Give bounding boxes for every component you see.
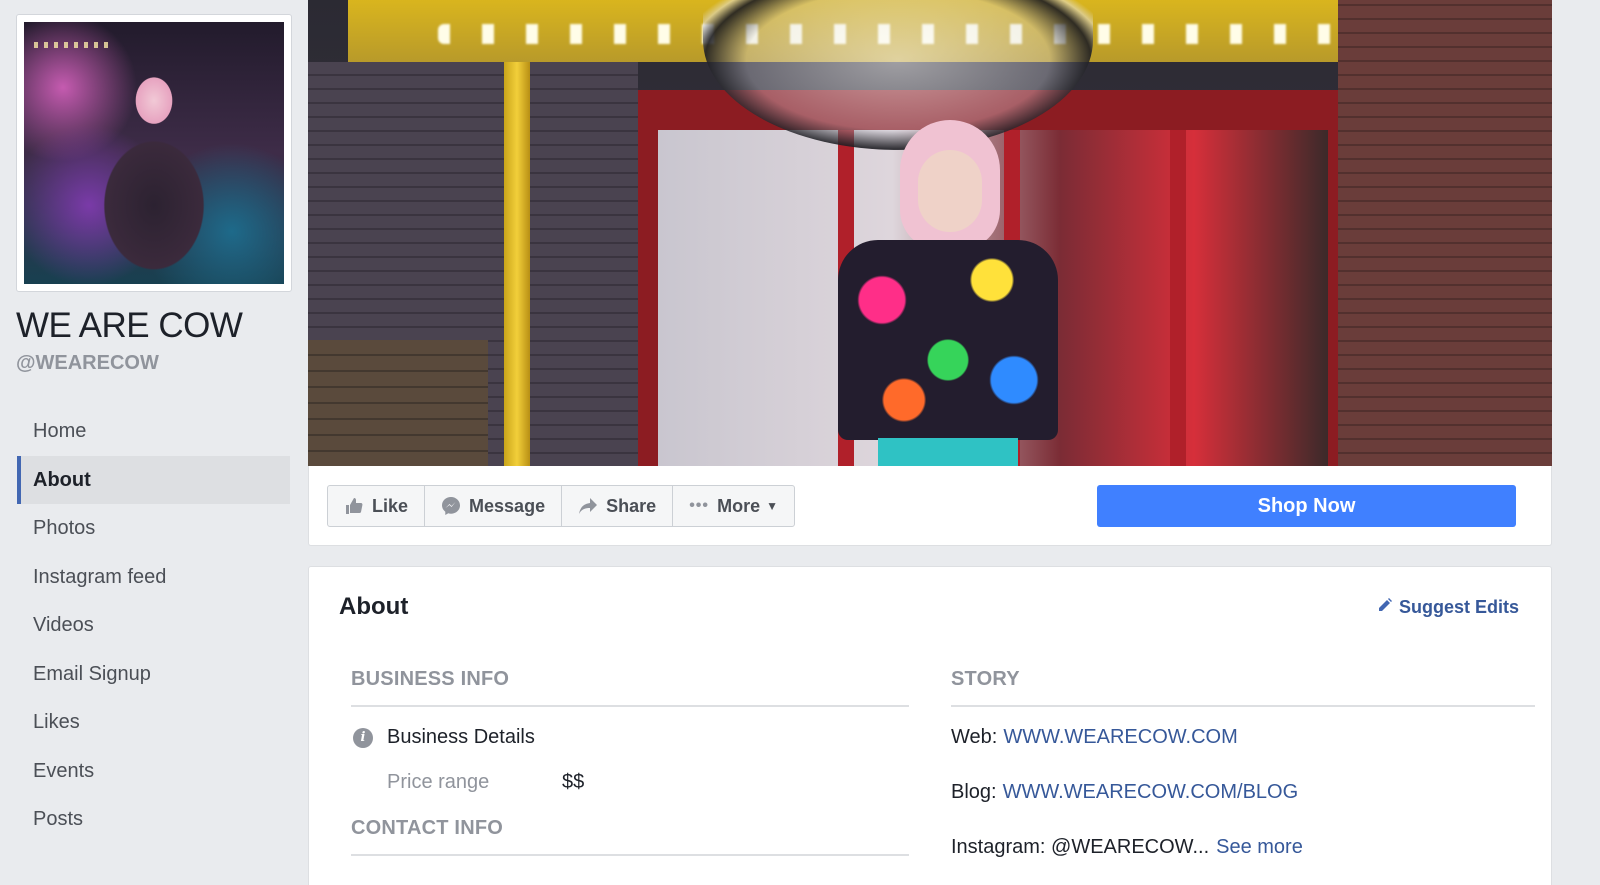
sidebar-item-events[interactable]: Events (17, 747, 290, 796)
sidebar-item-about[interactable]: About (17, 455, 290, 504)
sidebar-item-likes[interactable]: Likes (17, 698, 290, 747)
business-details-row: i Business Details (353, 726, 535, 749)
more-label: More (717, 495, 761, 516)
message-button[interactable]: Message (425, 486, 563, 526)
cover-brick-wall-right (1338, 0, 1552, 466)
cover-model-sweater (838, 240, 1058, 440)
sidebar-item-photos[interactable]: Photos (17, 504, 290, 553)
action-button-group: Like Message Share ••• More ▼ (327, 485, 796, 527)
story-blog-link[interactable]: WWW.WEARECOW.COM/BLOG (1003, 781, 1299, 804)
cover-photo[interactable] (308, 0, 1552, 466)
price-range-value: $$ (562, 771, 585, 793)
sidebar-item-home[interactable]: Home (17, 407, 290, 456)
business-details-label: Business Details (387, 726, 535, 748)
more-button[interactable]: ••• More ▼ (673, 486, 794, 526)
share-arrow-icon (578, 496, 598, 516)
story-web-link[interactable]: WWW.WEARECOW.COM (1003, 726, 1237, 749)
pencil-icon (1377, 597, 1393, 618)
share-button[interactable]: Share (562, 486, 674, 526)
cover-low-wall (308, 340, 488, 466)
photo-lights-decoration (34, 42, 114, 48)
sidebar-item-instagram-feed[interactable]: Instagram feed (17, 553, 290, 602)
cover-yellow-pillar (504, 62, 530, 466)
info-icon: i (353, 727, 373, 748)
story-see-more-link[interactable]: See more (1216, 836, 1303, 859)
cover-model-face (918, 150, 982, 232)
sidebar-item-posts[interactable]: Posts (17, 795, 290, 844)
business-info-heading: BUSINESS INFO (351, 668, 510, 690)
about-title: About (339, 593, 409, 620)
thumbs-up-icon (344, 496, 364, 516)
sidebar-item-videos[interactable]: Videos (17, 601, 290, 650)
story-instagram-label: Instagram: @WEARECOW... (951, 836, 1210, 858)
story-web-label: Web: (951, 726, 998, 748)
about-card: About Suggest Edits BUSINESS INFO i Busi… (308, 566, 1552, 885)
price-range-label: Price range (387, 771, 490, 793)
contact-info-divider (351, 854, 909, 856)
story-blog-label: Blog: (951, 781, 997, 803)
suggest-edits-label: Suggest Edits (1398, 597, 1519, 617)
contact-info-heading: CONTACT INFO (351, 817, 504, 839)
story-instagram-row: Instagram: @WEARECOW... See more (951, 836, 1303, 859)
action-bar: Like Message Share ••• More ▼ Shop Now (308, 466, 1552, 546)
sidebar-item-email-signup[interactable]: Email Signup (17, 650, 290, 699)
cover-model (838, 120, 1058, 466)
cover-model-skirt (878, 438, 1018, 466)
like-label: Like (372, 495, 409, 516)
story-heading: STORY (951, 668, 1020, 690)
profile-photo (24, 22, 284, 284)
story-blog-row: Blog: WWW.WEARECOW.COM/BLOG (951, 781, 1298, 804)
caret-down-icon: ▼ (766, 499, 779, 513)
story-divider (951, 705, 1535, 707)
profile-picture[interactable] (16, 14, 292, 292)
share-label: Share (606, 495, 657, 516)
messenger-icon (441, 496, 461, 516)
story-web-row: Web: WWW.WEARECOW.COM (951, 726, 1238, 749)
ellipsis-icon: ••• (689, 497, 710, 514)
like-button[interactable]: Like (328, 486, 426, 526)
suggest-edits-link[interactable]: Suggest Edits (1377, 597, 1519, 618)
message-label: Message (469, 495, 546, 516)
shop-now-button[interactable]: Shop Now (1097, 485, 1516, 527)
sidebar-nav: Home About Photos Instagram feed Videos … (17, 407, 290, 844)
business-info-divider (351, 705, 909, 707)
page-handle[interactable]: @WEARECOW (16, 352, 159, 375)
page-name: WE ARE COW (16, 306, 243, 345)
